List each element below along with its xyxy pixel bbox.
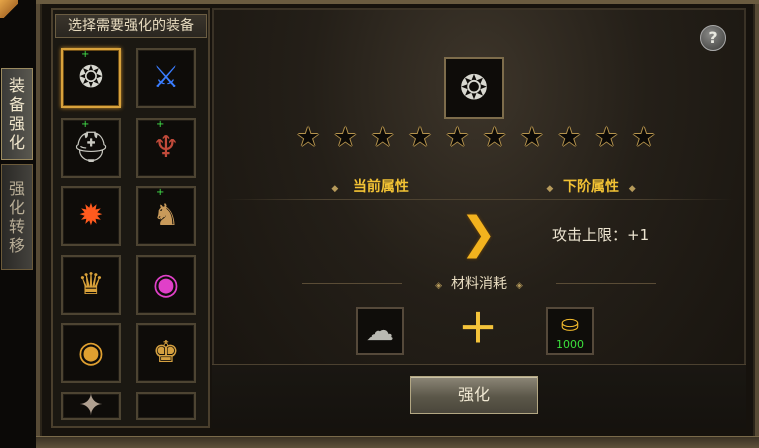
equipment-slot[interactable]: ◉ bbox=[136, 255, 196, 315]
material-title-text: 材料消耗 bbox=[451, 276, 507, 292]
next-attr-header: ◆ 下阶属性 ◆ bbox=[528, 176, 654, 198]
tab-char: 装 bbox=[8, 76, 25, 95]
equipment-slot[interactable] bbox=[136, 392, 196, 420]
equipment-slot[interactable]: ♚ bbox=[136, 323, 196, 383]
boots-icon: ♞ bbox=[152, 198, 180, 233]
next-attr-label: 下阶属性 bbox=[563, 179, 619, 195]
equipment-slot[interactable]: ♞ + bbox=[136, 186, 196, 246]
tab-char: 备 bbox=[8, 95, 25, 114]
ornament-icon: ◈ bbox=[435, 281, 443, 291]
star-icon: ★ bbox=[333, 122, 358, 153]
tab-enhance-transfer[interactable]: 强化转移 bbox=[1, 164, 33, 270]
upgrade-plus-icon: + bbox=[81, 119, 90, 130]
equipment-slot[interactable]: ❂ + bbox=[61, 48, 121, 108]
equipment-slot[interactable]: ◉ bbox=[61, 323, 121, 383]
upgrade-plus-icon: + bbox=[156, 119, 165, 130]
upgrade-plus-icon: + bbox=[156, 187, 165, 198]
ore-icon: ☁ bbox=[366, 314, 394, 347]
star-icon: ★ bbox=[296, 122, 321, 153]
tab-char: 移 bbox=[8, 236, 25, 255]
equipment-slot[interactable]: ♛ bbox=[61, 255, 121, 315]
star-icon: ★ bbox=[370, 122, 395, 153]
material-title: ◈ 材料消耗 ◈ bbox=[404, 274, 554, 294]
star-icon: ★ bbox=[445, 122, 470, 153]
silver-helmet-icon: ⛑ bbox=[71, 130, 111, 165]
gold-count: 1000 bbox=[556, 338, 584, 351]
sword-icon: ⚔ bbox=[152, 60, 180, 95]
gold-bracelet-icon: ♛ bbox=[77, 267, 105, 302]
current-attr-label: 当前属性 bbox=[352, 179, 409, 195]
diamond-icon: ◆ bbox=[546, 184, 554, 194]
frame-top-border bbox=[36, 0, 759, 4]
horned-helmet-icon: ♆ bbox=[152, 130, 180, 165]
frame-bottom-border bbox=[36, 436, 759, 448]
partial-item-icon: ✦ bbox=[78, 388, 104, 423]
chevron-right-icon: ❯ bbox=[460, 208, 497, 259]
gold-belt-icon: ♚ bbox=[152, 335, 180, 370]
equipment-slot[interactable]: ♆ + bbox=[136, 118, 196, 178]
flame-armor-icon: ✹ bbox=[78, 198, 104, 233]
attr-divider bbox=[222, 199, 734, 200]
gold-ingot-icon: ⛀ bbox=[560, 312, 580, 337]
diamond-icon: ◆ bbox=[628, 184, 636, 194]
plus-icon: ＋ bbox=[458, 306, 498, 352]
star-level-row: ★ ★ ★ ★ ★ ★ ★ ★ ★ ★ bbox=[296, 124, 656, 152]
star-icon: ★ bbox=[519, 122, 544, 153]
tab-char: 化 bbox=[8, 198, 25, 217]
material-slot-gold[interactable]: ⛀ 1000 bbox=[546, 307, 594, 355]
tab-char: 强 bbox=[8, 179, 25, 198]
material-divider-left bbox=[302, 283, 402, 284]
current-attr-header: ◆ 当前属性 bbox=[300, 176, 450, 198]
tab-char: 化 bbox=[8, 133, 25, 152]
star-icon: ★ bbox=[407, 122, 433, 153]
material-divider-right bbox=[556, 283, 656, 284]
equipment-slot[interactable]: ⚔ bbox=[136, 48, 196, 108]
tab-char: 转 bbox=[8, 217, 25, 236]
ornament-icon: ◈ bbox=[515, 281, 523, 291]
star-icon: ★ bbox=[482, 122, 507, 153]
side-tab-bar: 装备强化 强化转移 bbox=[0, 68, 34, 270]
gem-ring-icon: ❂ bbox=[78, 60, 104, 95]
target-item-slot[interactable]: ❂ bbox=[444, 57, 504, 119]
star-icon: ★ bbox=[594, 122, 619, 153]
equipment-slot[interactable]: ✦ bbox=[61, 388, 121, 423]
equipment-slot[interactable]: ✹ bbox=[61, 186, 121, 246]
enhance-button[interactable]: 强化 bbox=[410, 376, 538, 414]
ruby-ring-icon: ◉ bbox=[152, 267, 180, 302]
equipment-panel-header: 选择需要强化的装备 bbox=[55, 14, 207, 38]
next-attr-value: 攻击上限：+1 bbox=[552, 226, 650, 244]
material-slot-ore[interactable]: ☁ bbox=[356, 307, 404, 355]
diamond-icon: ◆ bbox=[331, 184, 339, 194]
star-icon: ★ bbox=[631, 122, 656, 153]
tab-char: 强 bbox=[8, 114, 25, 133]
star-icon: ★ bbox=[557, 122, 582, 153]
gem-ring-icon: ◉ bbox=[77, 335, 105, 370]
equipment-slot[interactable]: ⛑ + bbox=[61, 118, 121, 178]
gem-ring-icon: ❂ bbox=[459, 68, 489, 108]
tab-equip-enhance[interactable]: 装备强化 bbox=[1, 68, 33, 160]
upgrade-plus-icon: + bbox=[81, 49, 90, 60]
help-button[interactable]: ? bbox=[700, 25, 726, 51]
corner-decoration bbox=[0, 0, 18, 18]
